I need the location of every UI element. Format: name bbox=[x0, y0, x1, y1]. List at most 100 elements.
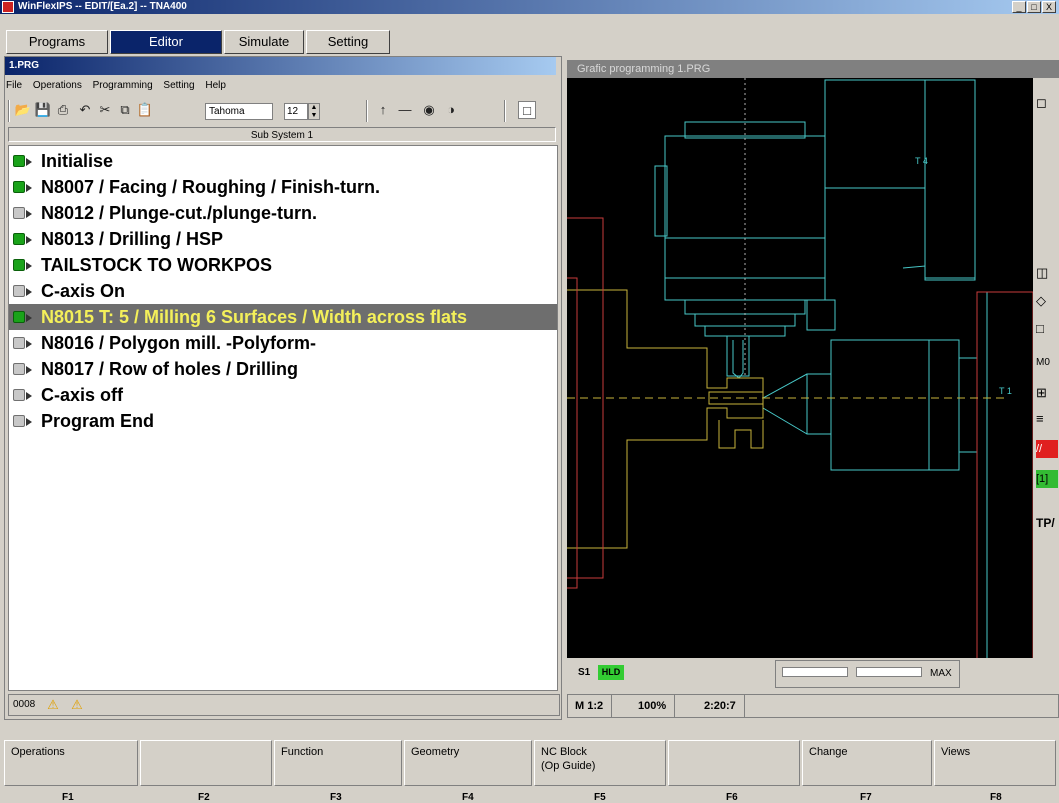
graphics-canvas[interactable]: T 4 T 1 bbox=[567, 78, 1034, 663]
window-title-bar: WinFlexIPS -- EDIT/[Ea.2] -- TNA400 bbox=[0, 0, 1059, 14]
spindle-state-badge: HLD bbox=[598, 665, 624, 680]
scale-readout: M 1:2 bbox=[567, 694, 613, 718]
open-icon[interactable]: 📂 bbox=[14, 101, 32, 119]
editor-menubar: File Operations Programming Setting Help bbox=[6, 78, 234, 94]
block-green-icon bbox=[13, 155, 32, 167]
align-icon[interactable]: ≡ bbox=[1036, 410, 1058, 428]
step-one-icon[interactable]: [1] bbox=[1036, 470, 1058, 488]
list-item[interactable]: TAILSTOCK TO WORKPOS bbox=[9, 252, 557, 278]
block-green-icon bbox=[13, 311, 32, 323]
graphics-side-toolbar: ◻ ◫ ◇ □ M0 ⊞ ≡ // [1] TP/ bbox=[1033, 78, 1059, 690]
undo-icon[interactable]: ↶ bbox=[76, 101, 94, 119]
tab-programs[interactable]: Programs bbox=[6, 30, 108, 54]
f1-operations-button[interactable]: Operations bbox=[4, 740, 138, 786]
shield-icon[interactable]: ◑ bbox=[442, 101, 460, 119]
page-icon[interactable]: □ bbox=[518, 101, 536, 119]
f2-key-label: F2 bbox=[198, 792, 210, 803]
cut-icon[interactable]: ✂ bbox=[96, 101, 114, 119]
minimize-button[interactable]: _ bbox=[1012, 1, 1026, 13]
copy-icon[interactable]: ⧉ bbox=[116, 101, 134, 119]
reset-icon[interactable]: // bbox=[1036, 440, 1058, 458]
editor-status-bar: 0008 ⚠ ⚠ bbox=[8, 694, 560, 716]
f7-change-button[interactable]: Change bbox=[802, 740, 932, 786]
feed-slider[interactable] bbox=[782, 667, 848, 677]
list-item[interactable]: C-axis On bbox=[9, 278, 557, 304]
tab-editor[interactable]: Editor bbox=[110, 30, 222, 54]
menu-setting[interactable]: Setting bbox=[163, 80, 194, 91]
menu-operations[interactable]: Operations bbox=[33, 80, 82, 91]
max-label: MAX bbox=[930, 668, 952, 679]
block-grey-icon bbox=[13, 337, 32, 349]
f1-key-label: F1 bbox=[62, 792, 74, 803]
diamond-icon[interactable]: ◇ bbox=[1036, 292, 1058, 310]
print-icon[interactable]: ⎙ bbox=[54, 101, 72, 119]
font-name-field[interactable]: Tahoma bbox=[205, 103, 273, 120]
zoom-readout: 100% bbox=[630, 694, 676, 718]
block-grey-icon bbox=[13, 415, 32, 427]
warning-icon[interactable]: ⚠ bbox=[69, 698, 85, 712]
f6-button[interactable] bbox=[668, 740, 800, 786]
list-item[interactable]: C-axis off bbox=[9, 382, 557, 408]
block-grey-icon bbox=[13, 363, 32, 375]
app-icon bbox=[2, 1, 14, 13]
window-title: WinFlexIPS -- EDIT/[Ea.2] -- TNA400 bbox=[18, 1, 187, 12]
list-item[interactable]: N8017 / Row of holes / Drilling bbox=[9, 356, 557, 382]
editor-toolbar: 📂 💾 ⎙ ↶ ✂ ⧉ 📋 ↑ — ◉ ◑ □ bbox=[6, 98, 558, 124]
globe-icon[interactable]: ◉ bbox=[420, 101, 438, 119]
tpa-label: TP/ bbox=[1036, 516, 1055, 530]
block-green-icon bbox=[13, 259, 32, 271]
spindle-label: S1 bbox=[578, 667, 591, 678]
block-green-icon bbox=[13, 181, 32, 193]
f8-key-label: F8 bbox=[990, 792, 1002, 803]
tab-simulate[interactable]: Simulate bbox=[224, 30, 304, 54]
list-item[interactable]: N8012 / Plunge-cut./plunge-turn. bbox=[9, 200, 557, 226]
block-grey-icon bbox=[13, 207, 32, 219]
move-label: M0 bbox=[1036, 357, 1050, 368]
f5-key-label: F5 bbox=[594, 792, 606, 803]
close-button[interactable]: X bbox=[1042, 1, 1056, 13]
block-grey-icon bbox=[13, 285, 32, 297]
maximize-button[interactable]: □ bbox=[1027, 1, 1041, 13]
list-item[interactable]: Initialise bbox=[9, 148, 557, 174]
graphics-title: Grafic programming 1.PRG bbox=[567, 60, 1059, 78]
f6-key-label: F6 bbox=[726, 792, 738, 803]
f5-nc-block-button[interactable]: NC Block (Op Guide) bbox=[534, 740, 666, 786]
machining-simulation bbox=[567, 78, 1034, 663]
subsystem-label: Sub System 1 bbox=[8, 127, 556, 142]
minus-icon[interactable]: — bbox=[396, 101, 414, 119]
f4-geometry-button[interactable]: Geometry bbox=[404, 740, 532, 786]
font-size-field[interactable]: 12 bbox=[284, 103, 308, 120]
warning-icon[interactable]: ⚠ bbox=[45, 698, 61, 712]
font-size-spinner[interactable]: ▲ ▼ bbox=[308, 103, 320, 120]
cursor-tool-icon[interactable]: ◻ bbox=[1036, 94, 1058, 112]
list-item[interactable]: N8007 / Facing / Roughing / Finish-turn. bbox=[9, 174, 557, 200]
tool-label-t4: T 4 bbox=[915, 156, 928, 166]
paste-icon[interactable]: 📋 bbox=[136, 101, 154, 119]
speed-slider[interactable] bbox=[856, 667, 922, 677]
list-item[interactable]: Program End bbox=[9, 408, 557, 434]
list-item-selected[interactable]: N8015 T: 5 / Milling 6 Surfaces / Width … bbox=[9, 304, 557, 330]
block-green-icon bbox=[13, 233, 32, 245]
save-icon[interactable]: 💾 bbox=[34, 101, 52, 119]
f3-key-label: F3 bbox=[330, 792, 342, 803]
f8-views-button[interactable]: Views bbox=[934, 740, 1056, 786]
f3-function-button[interactable]: Function bbox=[274, 740, 402, 786]
editor-title: 1.PRG bbox=[5, 57, 556, 75]
time-readout: 2:20:7 bbox=[696, 694, 745, 718]
frame-icon[interactable]: ◫ bbox=[1036, 264, 1058, 282]
f2-button[interactable] bbox=[140, 740, 272, 786]
block-grey-icon bbox=[13, 389, 32, 401]
tool-change-icon[interactable]: ⊞ bbox=[1036, 384, 1058, 402]
menu-file[interactable]: File bbox=[6, 80, 22, 91]
tab-setting[interactable]: Setting bbox=[306, 30, 390, 54]
list-item[interactable]: N8013 / Drilling / HSP bbox=[9, 226, 557, 252]
menu-programming[interactable]: Programming bbox=[93, 80, 153, 91]
list-item[interactable]: N8016 / Polygon mill. -Polyform- bbox=[9, 330, 557, 356]
menu-help[interactable]: Help bbox=[205, 80, 226, 91]
move-up-icon[interactable]: ↑ bbox=[374, 101, 392, 119]
rectangle-icon[interactable]: □ bbox=[1036, 320, 1058, 338]
f4-key-label: F4 bbox=[462, 792, 474, 803]
program-list[interactable]: Initialise N8007 / Facing / Roughing / F… bbox=[8, 145, 558, 691]
f7-key-label: F7 bbox=[860, 792, 872, 803]
tool-label-t1: T 1 bbox=[999, 386, 1012, 396]
